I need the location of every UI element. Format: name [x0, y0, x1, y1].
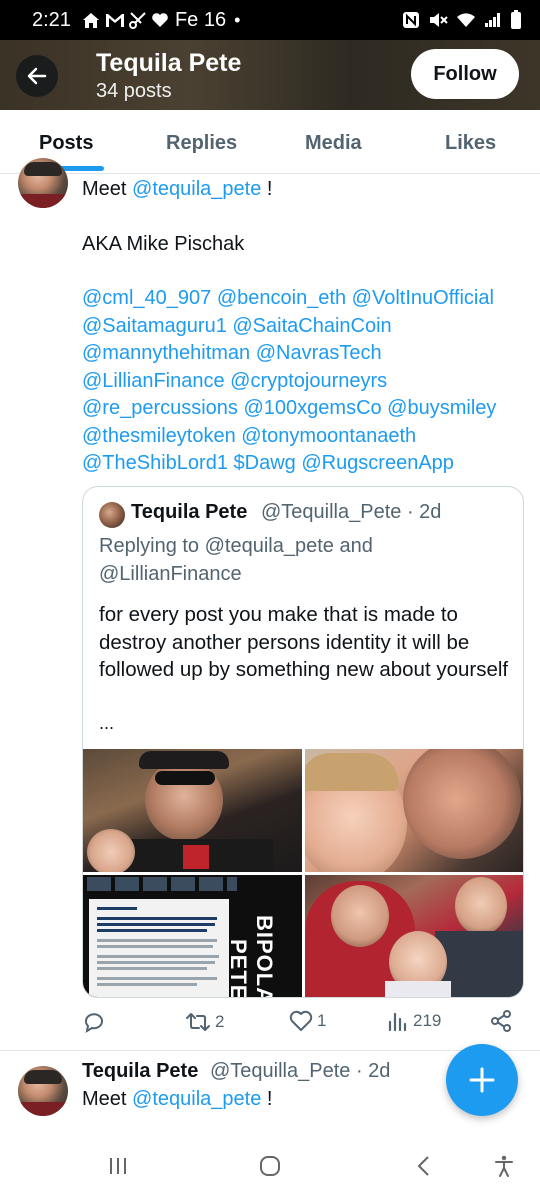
- tab-posts[interactable]: Posts: [39, 132, 93, 155]
- share-button[interactable]: [490, 1010, 512, 1032]
- quoted-avatar: [99, 502, 125, 528]
- mute-icon: [430, 13, 448, 27]
- mentions-line[interactable]: @re_percussions @100xgemsCo @buysmiley: [82, 395, 532, 423]
- status-time: 2:21: [32, 8, 71, 31]
- reply-and: and: [339, 535, 373, 557]
- reply-button[interactable]: [82, 1010, 110, 1034]
- nfc-icon: [403, 12, 419, 28]
- status-date: Fe 16: [174, 8, 227, 31]
- scissors-icon: [128, 12, 146, 29]
- post-author-handle: @Tequilla_Pete · 2d: [210, 1060, 391, 1082]
- mentions-line[interactable]: @cml_40_907 @bencoin_eth @VoltInuOfficia…: [82, 285, 532, 313]
- compose-fab[interactable]: [446, 1044, 518, 1116]
- post-intro-text: Meet: [82, 178, 127, 200]
- like-count: 1: [317, 1011, 327, 1030]
- battery-icon: [511, 10, 521, 29]
- avatar[interactable]: [18, 158, 68, 208]
- recent-apps-icon[interactable]: [106, 1154, 130, 1178]
- status-notification-icons: [81, 11, 169, 29]
- quoted-reply-context: Replying to @tequila_pete and @LillianFi…: [99, 533, 509, 588]
- media-photo-2[interactable]: [305, 749, 523, 872]
- retweet-count: 2: [215, 1012, 225, 1031]
- media-screenshot-bipolar[interactable]: BIPOLAR PETE: [83, 875, 302, 998]
- post-text-intro: Meet: [82, 1088, 127, 1110]
- mention-link[interactable]: @tequila_pete: [132, 1088, 261, 1110]
- header-title-block: Tequila Pete 34 posts: [96, 48, 241, 104]
- mentions-block: @cml_40_907 @bencoin_eth @VoltInuOfficia…: [82, 285, 532, 478]
- mentions-line[interactable]: @thesmileytoken @tonymoontanaeth: [82, 423, 532, 451]
- heart-outline-icon: [289, 1010, 313, 1031]
- quoted-ellipsis: ...: [99, 713, 115, 733]
- accessibility-icon[interactable]: [492, 1154, 516, 1178]
- quoted-post[interactable]: Tequila Pete @Tequilla_Pete · 2d Replyin…: [82, 486, 524, 998]
- quoted-author-name: Tequila Pete: [131, 501, 248, 523]
- analytics-icon: [388, 1012, 407, 1032]
- media-photo-1[interactable]: [83, 749, 302, 872]
- media-text-pete: PETE: [226, 939, 251, 998]
- share-icon: [491, 1010, 511, 1032]
- post-text-end: !: [266, 1088, 273, 1110]
- reply-icon: [85, 1013, 103, 1034]
- post-intro: Meet @tequila_pete !: [82, 176, 272, 204]
- media-photo-4[interactable]: [305, 875, 523, 997]
- status-bar: 2:21 Fe 16 •: [0, 0, 540, 40]
- tab-replies[interactable]: Replies: [166, 132, 237, 155]
- post-aka-line: AKA Mike Pischak: [82, 233, 245, 255]
- tab-likes[interactable]: Likes: [445, 132, 496, 155]
- mentions-line[interactable]: @TheShibLord1 $Dawg @RugscreenApp: [82, 450, 532, 478]
- wifi-icon: [457, 13, 475, 27]
- posts-count: 34 posts: [96, 80, 172, 102]
- follow-button[interactable]: Follow: [411, 49, 519, 99]
- back-icon[interactable]: [412, 1154, 436, 1178]
- retweet-icon: [186, 1013, 210, 1031]
- profile-header: Tequila Pete 34 posts Follow: [0, 40, 540, 110]
- reply-mention: @tequila_pete: [204, 535, 334, 557]
- arrow-left-icon: [27, 67, 47, 85]
- reply-mention: @LillianFinance: [99, 562, 242, 585]
- mentions-line[interactable]: @LillianFinance @cryptojourneyrs: [82, 368, 532, 396]
- home-icon: [82, 13, 99, 28]
- status-system-icons: [402, 10, 522, 30]
- post-intro-end: !: [266, 178, 273, 200]
- gmail-icon: [105, 14, 124, 27]
- media-overlay-text: BIPOLAR PETE: [226, 915, 297, 998]
- retweet-button[interactable]: 2: [185, 1010, 224, 1034]
- avatar[interactable]: [18, 1066, 68, 1116]
- quoted-body: for every post you make that is made to …: [99, 603, 509, 681]
- like-button[interactable]: 1: [289, 1010, 326, 1032]
- post-author-name: Tequila Pete: [82, 1060, 199, 1082]
- heart-icon: [152, 13, 168, 27]
- post-text: Meet @tequila_pete !: [82, 1088, 272, 1111]
- quoted-author-handle: @Tequilla_Pete · 2d: [261, 501, 442, 523]
- view-count: 219: [413, 1011, 442, 1030]
- android-nav-bar: [0, 1136, 540, 1200]
- plus-icon: [469, 1067, 495, 1093]
- media-grid: BIPOLAR PETE: [83, 749, 523, 998]
- back-button[interactable]: [16, 55, 58, 97]
- tab-media[interactable]: Media: [305, 132, 362, 155]
- mention-link[interactable]: @tequila_pete: [132, 178, 261, 200]
- profile-tabs: Posts Replies Media Likes: [0, 110, 540, 174]
- reply-prefix: Replying to: [99, 535, 200, 557]
- mentions-line[interactable]: @Saitamaguru1 @SaitaChainCoin: [82, 313, 532, 341]
- post-actions: 2 1 219: [82, 1010, 522, 1040]
- status-dot: •: [234, 9, 241, 30]
- signal-icon: [485, 13, 500, 27]
- media-text-bipolar: BIPOLAR: [252, 915, 277, 998]
- home-button-icon[interactable]: [258, 1154, 282, 1178]
- views-button[interactable]: 219: [387, 1010, 441, 1032]
- mentions-line[interactable]: @mannythehitman @NavrasTech: [82, 340, 532, 368]
- profile-name: Tequila Pete: [96, 49, 242, 77]
